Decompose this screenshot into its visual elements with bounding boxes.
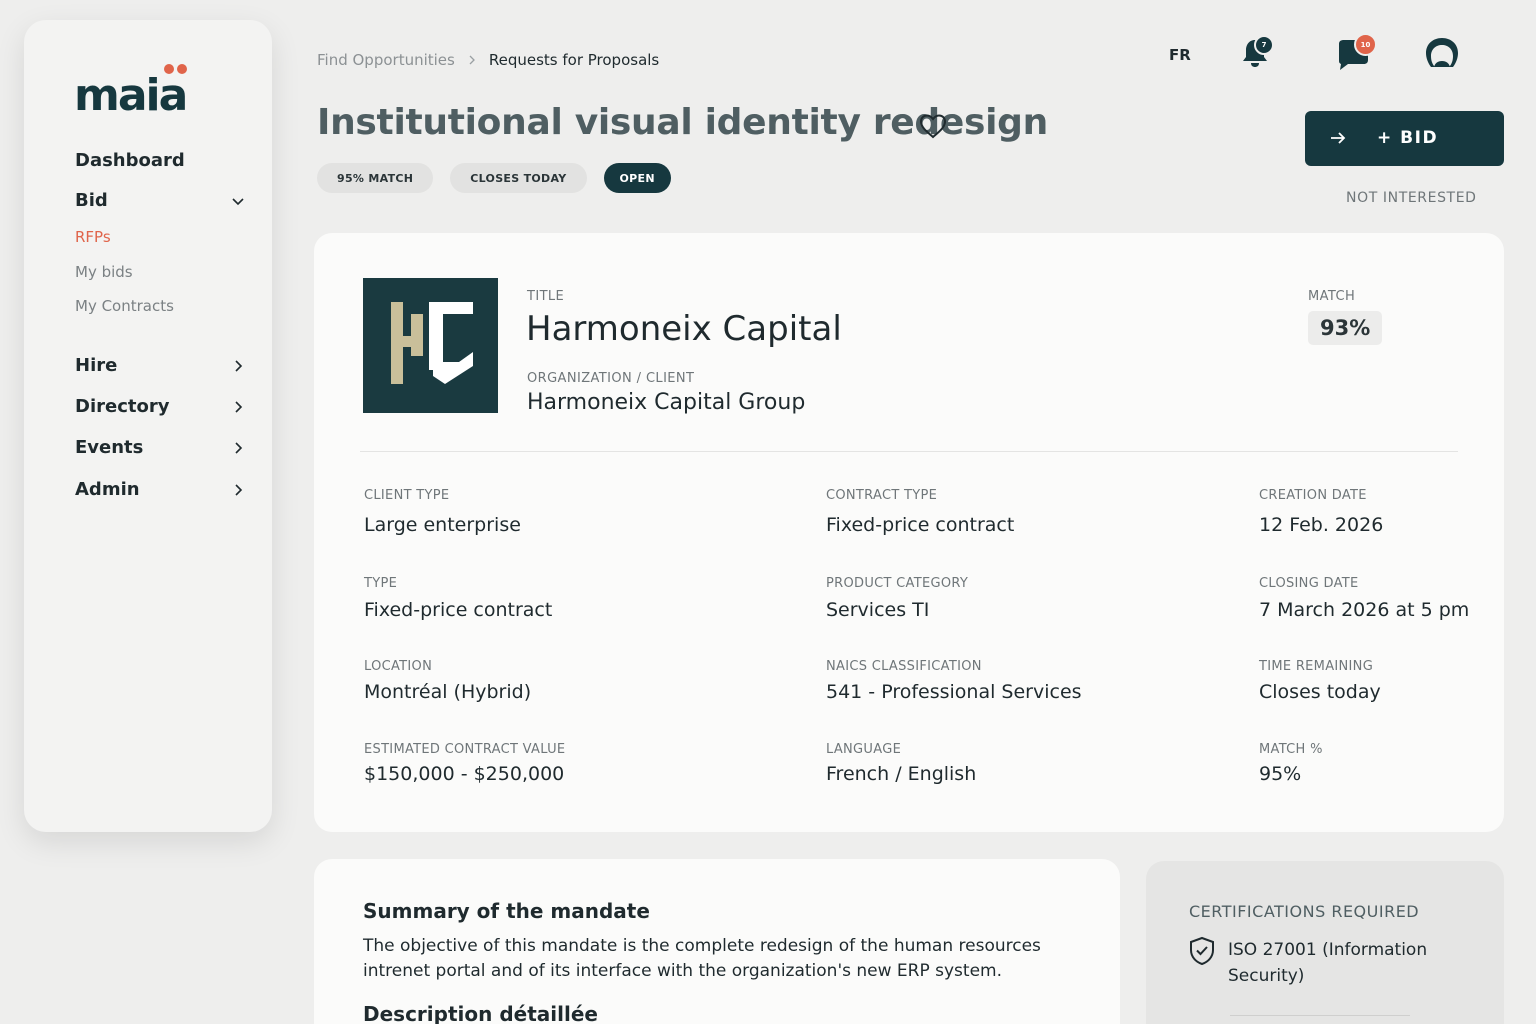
field-label-client-type: CLIENT TYPE — [364, 488, 450, 503]
notifications-badge: 7 — [1254, 35, 1274, 55]
sidebar-item-events[interactable]: Events — [75, 437, 245, 458]
sidebar-item-label: Hire — [75, 355, 118, 376]
field-label-contract-type: CONTRACT TYPE — [826, 488, 938, 503]
sidebar-item-label: Admin — [75, 479, 140, 500]
language-toggle[interactable]: FR — [1169, 46, 1191, 64]
field-value-closing-date: 7 March 2026 at 5 pm — [1259, 599, 1470, 621]
organization-label: ORGANIZATION / CLIENT — [527, 371, 695, 386]
bid-button-label: + BID — [1377, 128, 1439, 148]
messages-badge: 10 — [1354, 33, 1377, 56]
field-value-estimated-value: $150,000 - $250,000 — [364, 763, 565, 785]
summary-title: Summary of the mandate — [363, 899, 650, 923]
chevron-right-icon — [235, 483, 243, 496]
not-interested-link[interactable]: NOT INTERESTED — [1346, 190, 1477, 206]
sidebar-item-dashboard[interactable]: Dashboard — [75, 150, 245, 171]
field-value-client-type: Large enterprise — [364, 514, 521, 536]
chevron-right-icon — [235, 441, 243, 454]
field-label-product-category: PRODUCT CATEGORY — [826, 576, 969, 591]
match-score: 93% — [1308, 311, 1383, 345]
field-label-naics: NAICS CLASSIFICATION — [826, 659, 982, 674]
shield-check-icon — [1190, 936, 1214, 966]
mandate-summary-card: Summary of the mandate The objective of … — [314, 859, 1120, 1024]
sidebar-item-admin[interactable]: Admin — [75, 479, 245, 500]
certification-item: ISO 27001 (Information Security) — [1228, 940, 1428, 986]
field-value-naics: 541 - Professional Services — [826, 681, 1082, 703]
bid-button[interactable]: + BID — [1305, 111, 1504, 166]
sidebar-item-label: Directory — [75, 396, 170, 417]
svg-text:maia: maia — [74, 70, 186, 116]
chevron-right-icon — [469, 55, 475, 65]
field-value-type: Fixed-price contract — [364, 599, 553, 621]
field-value-location: Montréal (Hybrid) — [364, 681, 532, 703]
certifications-card: CERTIFICATIONS REQUIRED ISO 27001 (Infor… — [1146, 861, 1504, 1024]
breadcrumb: Find Opportunities Requests for Proposal… — [317, 51, 659, 69]
field-label-closing-date: CLOSING DATE — [1259, 576, 1359, 591]
sidebar-subitem-my-bids[interactable]: My bids — [75, 263, 133, 281]
messages-button[interactable]: 10 — [1336, 33, 1380, 74]
field-label-match-percent: MATCH % — [1259, 742, 1323, 757]
chevron-right-icon — [235, 400, 243, 413]
sidebar-item-directory[interactable]: Directory — [75, 396, 245, 417]
chevron-right-icon — [235, 359, 243, 372]
field-value-contract-type: Fixed-price contract — [826, 514, 1015, 536]
field-label-location: LOCATION — [364, 659, 433, 674]
certifications-title: CERTIFICATIONS REQUIRED — [1189, 902, 1420, 921]
sidebar-item-label: Bid — [75, 190, 108, 211]
arrow-right-icon — [1331, 132, 1346, 144]
field-value-product-category: Services TI — [826, 599, 930, 621]
notifications-button[interactable]: 7 — [1240, 35, 1280, 72]
sidebar-subitem-my-contracts[interactable]: My Contracts — [75, 297, 174, 315]
sidebar: maia Dashboard Bid RFPs My bids My Contr… — [24, 20, 272, 832]
field-label-time-remaining: TIME REMAINING — [1259, 659, 1374, 674]
divider — [1230, 1015, 1410, 1016]
summary-text: The objective of this mandate is the com… — [363, 936, 1041, 981]
divider — [360, 451, 1458, 452]
sidebar-item-bid[interactable]: Bid — [75, 190, 245, 211]
organization-value: Harmoneix Capital Group — [527, 390, 806, 415]
field-label-estimated-value: ESTIMATED CONTRACT VALUE — [364, 742, 566, 757]
breadcrumb-link-find-opportunities[interactable]: Find Opportunities — [317, 51, 455, 69]
sidebar-item-hire[interactable]: Hire — [75, 355, 245, 376]
status-badge: OPEN — [603, 163, 671, 193]
opportunity-details-card: TITLE Harmoneix Capital ORGANIZATION / C… — [314, 233, 1504, 832]
organization-logo — [363, 278, 498, 413]
heart-icon[interactable] — [918, 112, 948, 140]
field-label-creation-date: CREATION DATE — [1259, 488, 1367, 503]
hc-logo-icon — [391, 302, 473, 384]
field-value-language: French / English — [826, 763, 977, 785]
chevron-down-icon — [232, 197, 244, 205]
sidebar-item-label: Events — [75, 437, 144, 458]
user-icon — [1426, 38, 1458, 67]
description-title: Description détaillée — [363, 1002, 598, 1024]
user-profile-button[interactable] — [1422, 36, 1464, 74]
match-label: MATCH — [1308, 289, 1356, 304]
sidebar-subitem-rfps[interactable]: RFPs — [75, 228, 111, 246]
maia-logo[interactable]: maia — [74, 60, 219, 116]
field-label-type: TYPE — [364, 576, 398, 591]
title-value: Harmoneix Capital — [526, 309, 842, 349]
sidebar-item-label: Dashboard — [75, 150, 185, 171]
tag-list: 95% MATCH CLOSES TODAY OPEN — [317, 163, 671, 193]
breadcrumb-current: Requests for Proposals — [488, 51, 660, 69]
field-label-language: LANGUAGE — [826, 742, 902, 757]
closes-today-tag: CLOSES TODAY — [450, 163, 587, 193]
title-label: TITLE — [527, 289, 565, 304]
field-value-time-remaining: Closes today — [1259, 681, 1381, 703]
field-value-creation-date: 12 Feb. 2026 — [1259, 514, 1384, 536]
match-tag: 95% MATCH — [317, 163, 434, 193]
field-value-match-percent: 95% — [1259, 763, 1302, 785]
